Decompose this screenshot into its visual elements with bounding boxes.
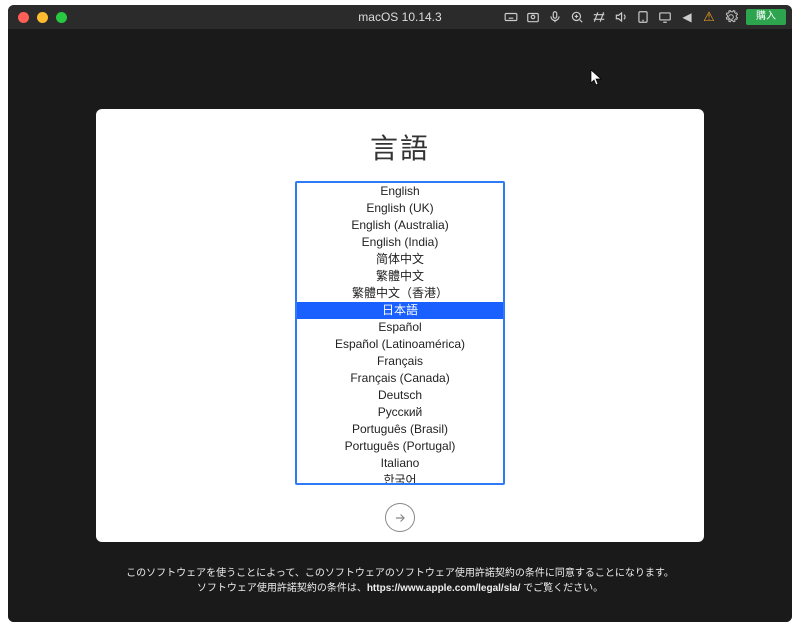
language-option[interactable]: English (Australia) <box>297 217 503 234</box>
legal-footer: このソフトウェアを使うことによって、このソフトウェアのソフトウェア使用許諾契約の… <box>8 566 792 596</box>
volume-icon[interactable] <box>614 10 628 24</box>
language-option[interactable]: 한국어 <box>297 472 503 485</box>
language-option[interactable]: 繁體中文 <box>297 268 503 285</box>
zoom-icon[interactable] <box>56 12 67 23</box>
language-listbox[interactable]: EnglishEnglish (UK)English (Australia)En… <box>295 181 505 485</box>
language-option[interactable]: Português (Brasil) <box>297 421 503 438</box>
vm-titlebar: macOS 10.14.3 <box>8 5 792 29</box>
minimize-icon[interactable] <box>37 12 48 23</box>
language-option[interactable]: English <box>297 183 503 200</box>
language-option[interactable]: English (India) <box>297 234 503 251</box>
language-option[interactable]: Español <box>297 319 503 336</box>
language-option[interactable]: Português (Portugal) <box>297 438 503 455</box>
warning-icon[interactable]: ⚠ <box>702 10 716 24</box>
language-option[interactable]: Русский <box>297 404 503 421</box>
language-option[interactable]: Italiano <box>297 455 503 472</box>
close-icon[interactable] <box>18 12 29 23</box>
display-icon[interactable] <box>658 10 672 24</box>
zoom-in-icon[interactable] <box>570 10 584 24</box>
language-option[interactable]: English (UK) <box>297 200 503 217</box>
desktop-area: 言語 EnglishEnglish (UK)English (Australia… <box>8 29 792 622</box>
page-title: 言語 <box>370 127 430 167</box>
keyboard-icon[interactable] <box>504 10 518 24</box>
language-option[interactable]: 简体中文 <box>297 251 503 268</box>
continue-button[interactable] <box>385 503 415 532</box>
mic-icon[interactable] <box>548 10 562 24</box>
language-option[interactable]: 日本語 <box>297 302 503 319</box>
buy-button[interactable]: 購入 <box>746 9 786 25</box>
language-option[interactable]: Deutsch <box>297 387 503 404</box>
legal-line2: ソフトウェア使用許諾契約の条件は、https://www.apple.com/l… <box>8 581 792 596</box>
play-left-icon[interactable]: ◀ <box>680 10 694 24</box>
arrow-right-icon <box>393 511 407 525</box>
tablet-icon[interactable] <box>636 10 650 24</box>
legal-line1: このソフトウェアを使うことによって、このソフトウェアのソフトウェア使用許諾契約の… <box>8 566 792 581</box>
language-option[interactable]: Français <box>297 353 503 370</box>
setup-panel: 言語 EnglishEnglish (UK)English (Australia… <box>96 109 704 542</box>
legal-url: https://www.apple.com/legal/sla/ <box>367 583 521 594</box>
gear-icon[interactable] <box>724 10 738 24</box>
cursor-icon <box>590 69 604 90</box>
language-option[interactable]: Français (Canada) <box>297 370 503 387</box>
camera-icon[interactable] <box>526 10 540 24</box>
language-option[interactable]: 繁體中文（香港） <box>297 285 503 302</box>
language-option[interactable]: Español (Latinoamérica) <box>297 336 503 353</box>
network-icon[interactable] <box>592 10 606 24</box>
